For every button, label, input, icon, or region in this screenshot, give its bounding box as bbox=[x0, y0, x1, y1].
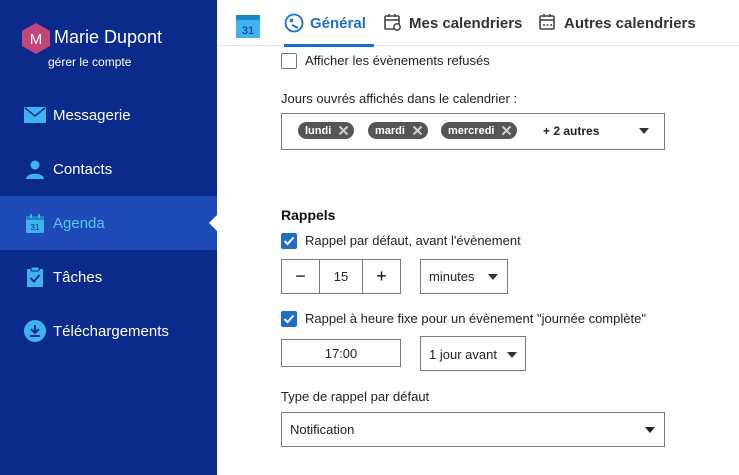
remove-chip-icon[interactable] bbox=[500, 124, 513, 137]
reminder-type-label: Type de rappel par défaut bbox=[281, 389, 430, 404]
select-value: Notification bbox=[290, 422, 355, 437]
reminder-type-select[interactable]: Notification bbox=[281, 412, 665, 447]
remove-chip-icon[interactable] bbox=[337, 124, 350, 137]
chip-mardi: mardi bbox=[368, 122, 428, 139]
chevron-down-icon bbox=[507, 352, 517, 358]
active-indicator bbox=[209, 215, 217, 231]
calendar-app-day: 31 bbox=[242, 25, 254, 37]
sidebar-item-label: Messagerie bbox=[53, 106, 131, 124]
reminder-stepper: − 15 + bbox=[281, 259, 401, 294]
avatar-initial: M bbox=[30, 31, 43, 48]
calendar-app-icon: 31 bbox=[236, 15, 260, 38]
select-value: minutes bbox=[429, 269, 475, 284]
decrement-button[interactable]: − bbox=[282, 260, 320, 293]
more-days-label: + 2 autres bbox=[543, 124, 600, 138]
reminder-day-select[interactable]: 1 jour avant bbox=[420, 336, 526, 371]
sidebar-item-messagerie[interactable]: Messagerie bbox=[0, 88, 217, 142]
other-calendars-icon bbox=[538, 13, 558, 33]
reminder-unit-select[interactable]: minutes bbox=[420, 259, 508, 294]
chevron-down-icon bbox=[645, 427, 655, 433]
tab-label: Mes calendriers bbox=[409, 14, 523, 32]
avatar[interactable]: M bbox=[21, 22, 51, 55]
chevron-down-icon bbox=[639, 128, 649, 134]
chip-label: mardi bbox=[375, 124, 405, 137]
tab-mes-calendriers[interactable]: Mes calendriers bbox=[383, 0, 522, 46]
chip-label: lundi bbox=[305, 124, 332, 137]
sidebar-item-contacts[interactable]: Contacts bbox=[0, 142, 217, 196]
tab-label: Autres calendriers bbox=[564, 14, 696, 32]
default-reminder-checkbox[interactable] bbox=[281, 233, 297, 249]
reminders-title: Rappels bbox=[281, 207, 336, 223]
manage-account-link[interactable]: gérer le compte bbox=[48, 55, 131, 69]
sidebar-item-label: Contacts bbox=[53, 160, 113, 178]
user-name: Marie Dupont bbox=[54, 27, 163, 47]
download-icon bbox=[24, 320, 46, 342]
calendar-icon: 31 bbox=[24, 212, 46, 234]
remove-chip-icon[interactable] bbox=[411, 124, 424, 137]
show-declined-label: Afficher les évènements refusés bbox=[305, 53, 490, 68]
sidebar-item-telechargements[interactable]: Téléchargements bbox=[0, 304, 217, 358]
tab-label: Général bbox=[310, 14, 366, 32]
settings-tabs-bar: 31 Général Mes calendriers Autres calend… bbox=[217, 0, 739, 47]
chip-lundi: lundi bbox=[298, 122, 355, 139]
working-days-multiselect[interactable]: lundi mardi mercredi + 2 autres bbox=[281, 113, 665, 150]
tab-general[interactable]: Général bbox=[284, 0, 374, 47]
svg-text:31: 31 bbox=[31, 223, 40, 232]
chevron-down-icon bbox=[488, 274, 498, 280]
tasks-icon bbox=[24, 266, 46, 288]
chip-label: mercredi bbox=[448, 124, 495, 137]
fixed-time-reminder-label: Rappel à heure fixe pour un évènement "j… bbox=[305, 311, 646, 326]
check-icon bbox=[283, 314, 295, 324]
contacts-icon bbox=[24, 158, 46, 180]
sidebar-item-agenda[interactable]: 31 Agenda bbox=[0, 196, 217, 250]
sidebar-item-label: Téléchargements bbox=[53, 322, 169, 340]
default-reminder-label: Rappel par défaut, avant l'évènement bbox=[305, 233, 521, 248]
check-icon bbox=[283, 236, 295, 246]
fixed-time-reminder-checkbox[interactable] bbox=[281, 311, 297, 327]
select-value: 1 jour avant bbox=[429, 347, 497, 362]
increment-button[interactable]: + bbox=[362, 260, 400, 293]
sidebar-item-label: Agenda bbox=[53, 214, 105, 232]
general-icon bbox=[284, 13, 304, 33]
working-days-label: Jours ouvrés affichés dans le calendrier… bbox=[281, 91, 518, 106]
time-value: 17:00 bbox=[324, 346, 358, 361]
reminder-value-input[interactable]: 15 bbox=[320, 269, 362, 284]
sidebar-item-label: Tâches bbox=[53, 268, 103, 286]
tab-autres-calendriers[interactable]: Autres calendriers bbox=[538, 0, 696, 46]
sidebar: M Marie Dupont gérer le compte Messageri… bbox=[0, 0, 217, 475]
show-declined-checkbox[interactable] bbox=[281, 53, 297, 69]
reminder-time-input[interactable]: 17:00 bbox=[281, 339, 401, 367]
my-calendars-icon bbox=[383, 13, 403, 33]
sidebar-item-taches[interactable]: Tâches bbox=[0, 250, 217, 304]
mail-icon bbox=[24, 104, 46, 126]
chip-mercredi: mercredi bbox=[441, 122, 518, 139]
